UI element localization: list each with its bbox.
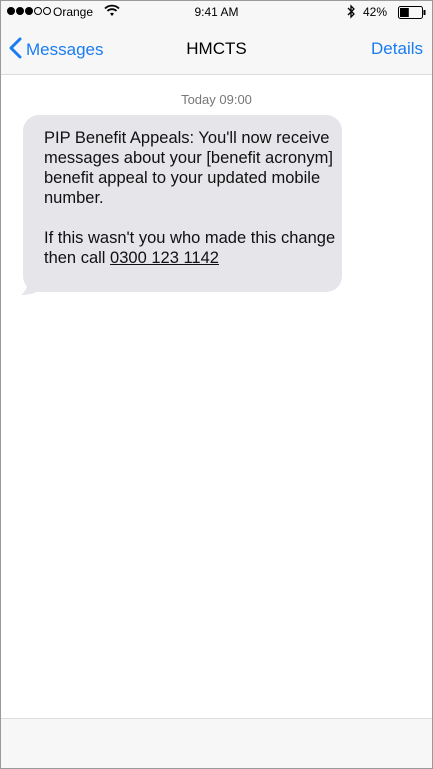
status-bar: Orange 9:41 AM 42% [1,1,432,23]
bottom-toolbar [1,718,432,768]
message-timestamp: Today 09:00 [181,92,252,107]
phone-screen: Orange 9:41 AM 42% Messages HMCTS Detail… [0,0,433,769]
message-paragraph: PIP Benefit Appeals: You'll now receive … [44,129,333,207]
bluetooth-icon [346,4,356,22]
phone-number-link[interactable]: 0300 123 1142 [110,249,219,267]
battery-icon [398,6,426,22]
conversation-title: HMCTS [186,39,247,58]
message-bubble-body: PIP Benefit Appeals: You'll now receive … [23,115,342,292]
navigation-bar: Messages HMCTS Details [1,23,432,75]
message-bubble: PIP Benefit Appeals: You'll now receive … [21,115,342,295]
details-button[interactable]: Details [371,39,423,59]
battery-percentage: 42% [363,5,388,19]
message-paragraph: If this wasn't you who made this change … [44,228,342,268]
